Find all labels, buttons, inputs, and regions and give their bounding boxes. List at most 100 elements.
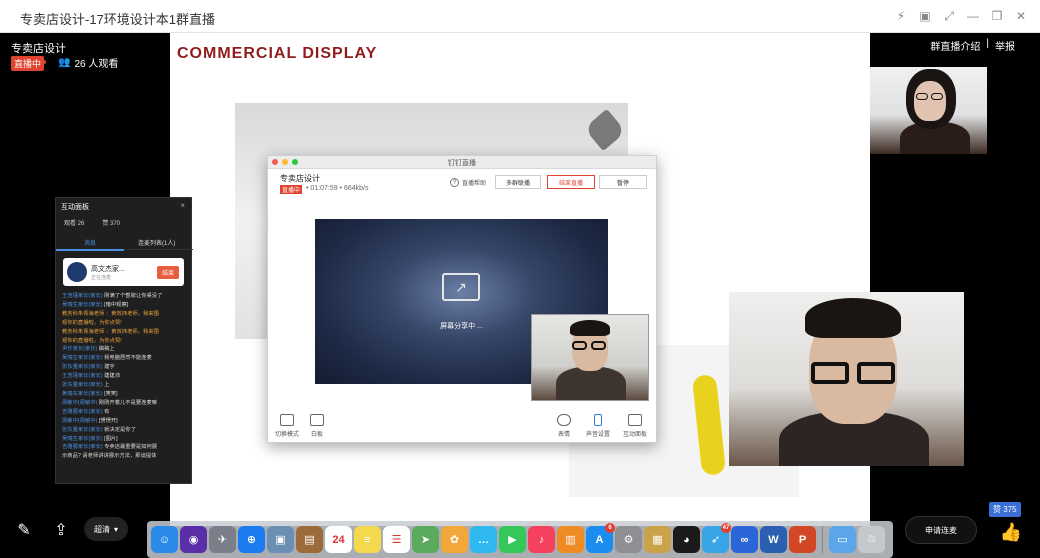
chat-message: 吴瑞生家长(家长) [图片] bbox=[62, 435, 190, 444]
sound-settings-tool[interactable]: 声音设置 bbox=[586, 414, 610, 438]
safari-icon[interactable]: ⊕ bbox=[238, 526, 265, 553]
thumbs-up-icon[interactable]: 👍 bbox=[996, 518, 1026, 546]
word-icon[interactable]: W bbox=[760, 526, 787, 553]
preview-icon[interactable]: ▣ bbox=[267, 526, 294, 553]
group-live-intro-link[interactable]: 群直播介绍 bbox=[930, 38, 980, 53]
chat-text: ：黄效炜老师，我来围 bbox=[105, 310, 159, 317]
maps-icon[interactable]: ➤ bbox=[412, 526, 439, 553]
tab-mic-list[interactable]: 连麦列表(1人) bbox=[138, 238, 175, 247]
settings-icon[interactable]: ⚙ bbox=[615, 526, 642, 553]
switch-mode-tool[interactable]: 切换模式 bbox=[275, 414, 299, 438]
clarity-select[interactable]: 超清 ▾ bbox=[84, 517, 128, 541]
end-live-button[interactable]: 结束直播 bbox=[547, 175, 595, 189]
messages-icon[interactable]: … bbox=[470, 526, 497, 553]
live-dot bbox=[42, 60, 46, 64]
finder-icon[interactable]: ☺ bbox=[151, 526, 178, 553]
co-host-camera bbox=[870, 67, 987, 154]
help-icon: ? bbox=[450, 178, 459, 187]
pause-button[interactable]: 暂停 bbox=[599, 175, 647, 189]
appstore-icon[interactable]: A6 bbox=[586, 523, 615, 553]
chat-text: [愣愣开] bbox=[98, 417, 118, 424]
chat-text: 专卖店最重要是如何展 bbox=[104, 444, 158, 451]
dock-separator bbox=[822, 526, 823, 553]
emoji-label: 表情 bbox=[557, 432, 570, 438]
fullscreen-icon[interactable]: ⤢ bbox=[940, 6, 958, 26]
emoji-tool[interactable]: 表情 bbox=[557, 414, 571, 438]
report-link[interactable]: 举报 bbox=[995, 38, 1015, 53]
chat-message: 周敏中(周敏中) 刚刚开着儿不是要连麦嘛 bbox=[62, 399, 190, 408]
trash-icon[interactable]: ♲ bbox=[858, 526, 885, 553]
chat-text: ：黄效炜老师，我来围 bbox=[105, 328, 159, 335]
share-icon[interactable]: ⇪ bbox=[50, 519, 72, 541]
interaction-panel-tool[interactable]: 互动面板 bbox=[623, 414, 647, 438]
pip-icon[interactable]: ▣ bbox=[916, 6, 934, 26]
launchpad-icon[interactable]: ✈ bbox=[209, 526, 236, 553]
chat-text: 刚刚开着儿不是要连麦嘛 bbox=[98, 399, 158, 406]
panel-close-icon[interactable]: × bbox=[180, 201, 185, 210]
chat-messages: 王浩瑾家长(家长) 刚满了个暂歇让你桌没了 吴瑞生家长(家长) [暗中观察] 教务科… bbox=[62, 292, 190, 480]
chat-user: 教务科朱青海老师 bbox=[62, 328, 105, 335]
chat-text: 建宇 bbox=[104, 364, 115, 371]
chat-text: 我电脑居然不能连麦 bbox=[104, 355, 152, 362]
glasses-left bbox=[811, 362, 849, 384]
chat-message: 示商品? 请老师讲讲展示方法，那谈提体 bbox=[62, 452, 190, 461]
music-icon[interactable]: ♪ bbox=[528, 526, 555, 553]
baidu-cloud-icon[interactable]: ∞ bbox=[731, 526, 758, 553]
live-help[interactable]: ? 直播帮助 bbox=[450, 178, 486, 187]
powerpoint-icon[interactable]: P bbox=[789, 526, 816, 553]
yellow-shoe-image bbox=[691, 374, 727, 476]
chat-message: 周敏中(周敏中) [愣愣开] bbox=[62, 417, 190, 426]
chat-text: [图片] bbox=[104, 435, 118, 442]
chat-text: 稿稿上 bbox=[98, 346, 115, 353]
interaction-panel-label: 互动面板 bbox=[623, 432, 648, 438]
notebook-icon[interactable]: ▤ bbox=[296, 526, 323, 553]
title-bar: 专卖店设计-17环境设计本1群直播 ⚡ ▣ ⤢ — ❐ ✕ bbox=[0, 0, 1040, 33]
facetime-icon[interactable]: ▶ bbox=[499, 526, 526, 553]
folder-icon[interactable]: ▭ bbox=[829, 526, 856, 553]
window-title: 专卖店设计-17环境设计本1群直播 bbox=[20, 12, 216, 27]
archive-icon[interactable]: ▦ bbox=[644, 526, 671, 553]
chat-message: 吴瑞生家长(家长) 我电脑居然不能连麦 bbox=[62, 354, 190, 363]
mail-plane-icon[interactable]: ➶ 47 bbox=[702, 523, 731, 553]
interaction-panel: 互动面板 × 观看 26 赞 370 消息 连麦列表(1人) 高文杰家... 正… bbox=[55, 197, 193, 484]
chat-text: [暗中观察] bbox=[104, 301, 129, 308]
chat-user: 教务科朱青海老师 bbox=[62, 310, 105, 317]
books-icon[interactable]: ▥ bbox=[557, 526, 584, 553]
close-icon[interactable]: ✕ bbox=[1012, 6, 1030, 26]
chat-text: [笑笑] bbox=[104, 390, 118, 397]
minimize-icon[interactable]: — bbox=[964, 6, 982, 26]
comment-icon[interactable]: ✎ bbox=[13, 519, 35, 541]
microphone-icon bbox=[594, 414, 602, 426]
end-mic-button[interactable]: 结束 bbox=[156, 266, 179, 279]
sound-settings-label: 声音设置 bbox=[586, 432, 611, 438]
panel-title: 互动面板 bbox=[61, 204, 89, 211]
chat-user: 吉雅蕾家长(家长) bbox=[62, 408, 103, 415]
photos-icon[interactable]: ✿ bbox=[441, 526, 468, 553]
chat-message: 尹乐家长(家长) 稿稿上 bbox=[62, 345, 190, 354]
whiteboard-tool[interactable]: 白板 bbox=[310, 414, 324, 438]
chat-message: 教务科朱青海老师 ：黄效炜老师，我来围 bbox=[62, 328, 190, 337]
apply-mic-button[interactable]: 申请连麦 bbox=[905, 516, 977, 544]
glasses-left bbox=[572, 341, 587, 350]
notes-icon[interactable]: ≡ bbox=[354, 526, 381, 553]
restore-icon[interactable]: ❐ bbox=[988, 6, 1006, 26]
qq-icon[interactable]: ◕ bbox=[673, 526, 700, 553]
multi-group-button[interactable]: 多群联播 bbox=[495, 175, 541, 189]
shoe-image bbox=[583, 108, 627, 152]
lightning-icon[interactable]: ⚡ bbox=[892, 6, 910, 26]
chat-message: 张东量家长(家长) 建宇 bbox=[62, 363, 190, 372]
chat-user: 王浩瑾家长(家长) bbox=[62, 293, 103, 299]
people-icon: 👥 bbox=[58, 57, 71, 68]
caret-down-icon: ▾ bbox=[113, 524, 118, 534]
chat-message: 张东量家长(家长) 就决定是你了 bbox=[62, 426, 190, 435]
tab-messages[interactable]: 消息 bbox=[84, 238, 96, 247]
siri-icon[interactable]: ◉ bbox=[180, 526, 207, 553]
top-links: 群直播介绍 | 举报 bbox=[930, 38, 1015, 53]
reminders-icon[interactable]: ☰ bbox=[383, 526, 410, 553]
dingtalk-window-bar: 钉钉直播 bbox=[268, 156, 656, 169]
chat-user: 张东量家长(家长) bbox=[62, 364, 103, 371]
glasses-right bbox=[931, 93, 943, 100]
chat-message: 王浩瑾家长(家长) 刚满了个暂歇让你桌没了 bbox=[62, 292, 190, 301]
calendar-icon[interactable]: 24 bbox=[325, 526, 352, 553]
mic-connection-card: 高文杰家... 正在连麦 结束 bbox=[63, 258, 184, 286]
